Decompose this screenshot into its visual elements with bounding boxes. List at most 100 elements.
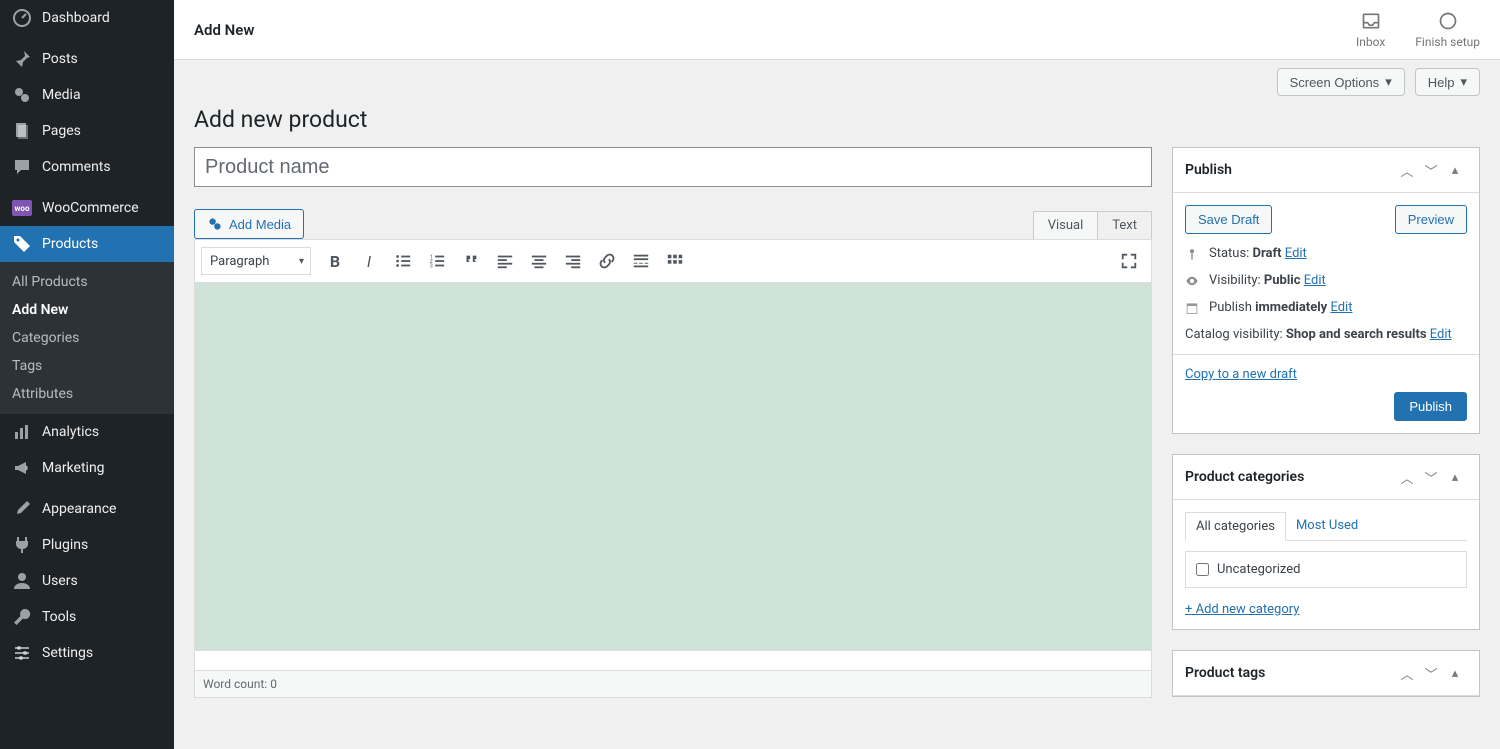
sidebar-label: Settings	[42, 645, 93, 661]
word-count: Word count: 0	[194, 671, 1152, 698]
sidebar-label: Users	[42, 573, 78, 589]
sub-tags[interactable]: Tags	[0, 352, 174, 380]
sidebar-label: WooCommerce	[42, 200, 139, 216]
admin-sidebar: Dashboard Posts Media Pages Comments woo…	[0, 0, 174, 749]
preview-button[interactable]: Preview	[1395, 205, 1467, 234]
sidebar-appearance[interactable]: Appearance	[0, 491, 174, 527]
page-icon	[12, 121, 32, 141]
move-down-icon[interactable]: ﹀	[1419, 661, 1443, 685]
calendar-icon	[1185, 301, 1201, 315]
add-new-category-link[interactable]: + Add new category	[1185, 602, 1467, 617]
move-up-icon[interactable]: ︿	[1395, 661, 1419, 685]
category-checkbox[interactable]	[1196, 563, 1209, 576]
link-button[interactable]	[591, 245, 623, 277]
add-media-button[interactable]: Add Media	[194, 209, 304, 239]
sidebar-comments[interactable]: Comments	[0, 149, 174, 185]
sidebar-label: Analytics	[42, 424, 99, 440]
sidebar-products[interactable]: Products	[0, 226, 174, 262]
sub-add-new[interactable]: Add New	[0, 296, 174, 324]
tab-most-used[interactable]: Most Used	[1286, 512, 1368, 540]
categories-box: Product categories ︿ ﹀ ▴ All categories …	[1172, 454, 1480, 630]
collapse-icon[interactable]: ▴	[1443, 465, 1467, 489]
align-center-button[interactable]	[523, 245, 555, 277]
sub-all-products[interactable]: All Products	[0, 268, 174, 296]
move-up-icon[interactable]: ︿	[1395, 465, 1419, 489]
fullscreen-button[interactable]	[1113, 245, 1145, 277]
align-right-button[interactable]	[557, 245, 589, 277]
sidebar-label: Products	[42, 236, 98, 252]
sidebar-label: Pages	[42, 123, 81, 139]
sidebar-dashboard[interactable]: Dashboard	[0, 0, 174, 36]
blockquote-button[interactable]	[455, 245, 487, 277]
bold-button[interactable]: B	[319, 245, 351, 277]
publish-box: Publish ︿ ﹀ ▴ Save Draft Preview Status:…	[1172, 147, 1480, 434]
sidebar-posts[interactable]: Posts	[0, 41, 174, 77]
category-list: Uncategorized	[1185, 551, 1467, 588]
sidebar-label: Media	[42, 87, 81, 103]
copy-draft-link[interactable]: Copy to a new draft	[1185, 367, 1297, 382]
category-uncategorized[interactable]: Uncategorized	[1196, 562, 1456, 577]
read-more-button[interactable]	[625, 245, 657, 277]
paragraph-select[interactable]: Paragraph	[201, 247, 311, 275]
numbered-list-button[interactable]: 123	[421, 245, 453, 277]
sidebar-label: Appearance	[42, 501, 116, 517]
categories-heading: Product categories	[1185, 469, 1395, 485]
edit-visibility-link[interactable]: Edit	[1304, 273, 1326, 288]
sidebar-woocommerce[interactable]: woo WooCommerce	[0, 190, 174, 226]
sidebar-label: Dashboard	[42, 10, 110, 26]
chevron-down-icon: ▾	[1385, 74, 1392, 90]
collapse-icon[interactable]: ▴	[1443, 158, 1467, 182]
move-up-icon[interactable]: ︿	[1395, 158, 1419, 182]
sidebar-label: Plugins	[42, 537, 88, 553]
sidebar-settings[interactable]: Settings	[0, 635, 174, 671]
collapse-icon[interactable]: ▴	[1443, 661, 1467, 685]
eye-icon	[1185, 274, 1201, 288]
inbox-icon	[1361, 11, 1381, 31]
page-title: Add new product	[194, 106, 1480, 133]
sidebar-users[interactable]: Users	[0, 563, 174, 599]
toolbar-toggle-button[interactable]	[659, 245, 691, 277]
publish-button[interactable]: Publish	[1394, 392, 1467, 421]
product-name-input[interactable]	[194, 147, 1152, 187]
sidebar-pages[interactable]: Pages	[0, 113, 174, 149]
edit-status-link[interactable]: Edit	[1285, 246, 1307, 261]
help-button[interactable]: Help ▾	[1415, 68, 1480, 96]
top-bar: Add New Inbox Finish setup	[174, 0, 1500, 60]
top-title: Add New	[194, 21, 254, 39]
media-icon	[207, 216, 223, 232]
sidebar-media[interactable]: Media	[0, 77, 174, 113]
sidebar-label: Marketing	[42, 460, 105, 476]
gauge-icon	[12, 8, 32, 28]
editor-tab-text[interactable]: Text	[1097, 211, 1152, 239]
sidebar-tools[interactable]: Tools	[0, 599, 174, 635]
tab-all-categories[interactable]: All categories	[1185, 512, 1286, 541]
products-icon	[12, 234, 32, 254]
finish-setup-button[interactable]: Finish setup	[1415, 11, 1480, 49]
publish-heading: Publish	[1185, 162, 1395, 178]
pin-icon	[12, 49, 32, 69]
inbox-button[interactable]: Inbox	[1356, 11, 1385, 49]
align-left-button[interactable]	[489, 245, 521, 277]
chevron-down-icon: ▾	[1460, 74, 1467, 90]
inbox-label: Inbox	[1356, 35, 1385, 49]
sidebar-analytics[interactable]: Analytics	[0, 414, 174, 450]
italic-button[interactable]: I	[353, 245, 385, 277]
sub-attributes[interactable]: Attributes	[0, 380, 174, 408]
sidebar-plugins[interactable]: Plugins	[0, 527, 174, 563]
screen-options-button[interactable]: Screen Options ▾	[1277, 68, 1405, 96]
editor-content-area[interactable]	[194, 283, 1152, 651]
finish-label: Finish setup	[1415, 35, 1480, 49]
main-content: Screen Options ▾ Help ▾ Add new product …	[174, 60, 1500, 749]
save-draft-button[interactable]: Save Draft	[1185, 205, 1272, 234]
move-down-icon[interactable]: ﹀	[1419, 465, 1443, 489]
sliders-icon	[12, 643, 32, 663]
edit-catalog-link[interactable]: Edit	[1430, 327, 1452, 342]
products-submenu: All Products Add New Categories Tags Att…	[0, 262, 174, 414]
edit-date-link[interactable]: Edit	[1330, 300, 1352, 315]
bullet-list-button[interactable]	[387, 245, 419, 277]
tags-heading: Product tags	[1185, 665, 1395, 681]
sidebar-marketing[interactable]: Marketing	[0, 450, 174, 486]
editor-tab-visual[interactable]: Visual	[1033, 211, 1098, 239]
sub-categories[interactable]: Categories	[0, 324, 174, 352]
move-down-icon[interactable]: ﹀	[1419, 158, 1443, 182]
